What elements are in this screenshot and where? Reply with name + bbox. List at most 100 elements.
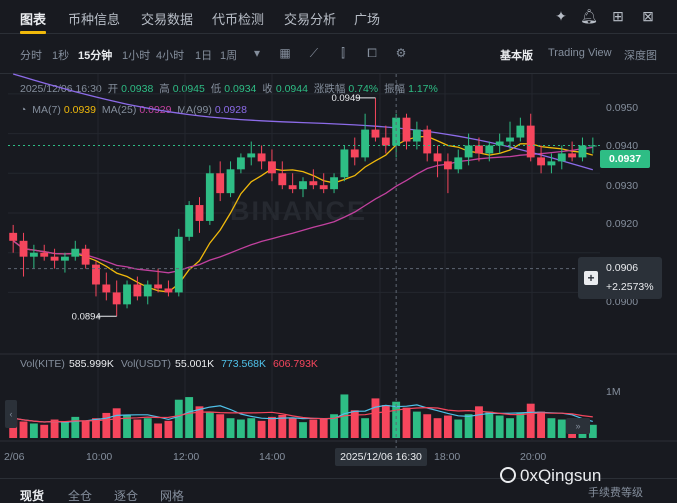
close-value: 0.0944 (275, 83, 308, 95)
tab-token-check[interactable]: 代币检测 (212, 9, 264, 28)
sparkle-icon[interactable]: ✦ (552, 7, 570, 25)
collapse-left-icon[interactable]: ‹ (5, 400, 17, 428)
ma25-value: 0.0929 (139, 104, 172, 116)
vol-ma2-value: 606.793K (272, 358, 318, 370)
candle-body (143, 284, 152, 297)
cursor-price: 0.0906 (606, 262, 639, 274)
interval-timeline[interactable]: 分时 (20, 47, 42, 63)
high-value: 0.0945 (172, 83, 205, 95)
candle-body (195, 205, 204, 221)
volume-bar (381, 405, 390, 438)
volume-bar (340, 394, 349, 438)
candle-body (236, 157, 245, 170)
tab-cross[interactable]: 全仓 (68, 487, 92, 503)
open-value: 0.0938 (121, 83, 154, 95)
tab-isolated[interactable]: 逐仓 (114, 487, 138, 503)
low-label: 低 (210, 83, 222, 95)
volume-bar (402, 407, 411, 438)
volume-bar (71, 416, 80, 438)
volume-bar (506, 418, 514, 438)
time-tick: 2/06 (4, 451, 25, 463)
ohlc-info: 2025/12/06 16:30 开 0.0938 高 0.0945 低 0.0934… (20, 81, 441, 96)
volume-bar (268, 416, 276, 438)
volume-bar (475, 406, 483, 438)
change-value: 0.74% (348, 83, 379, 95)
tab-chart[interactable]: 图表 (20, 9, 46, 28)
volume-bar (423, 414, 432, 438)
interval-1s[interactable]: 1秒 (52, 47, 69, 63)
candle-body (330, 177, 338, 190)
interval-1w[interactable]: 1周 (220, 47, 237, 63)
candle-body (9, 232, 18, 241)
tab-square[interactable]: 广场 (354, 9, 380, 28)
volume-bar (50, 419, 59, 438)
time-axis: 2/06 10:00 12:00 14:00 2025/12/06 16:30 … (0, 448, 677, 468)
indicator-icon[interactable]: ⟋ (306, 45, 322, 61)
chevron-down-icon[interactable]: ▾ (249, 45, 265, 61)
eye-icon[interactable]: ◔ (20, 104, 26, 116)
candle-body (433, 153, 442, 162)
volume-bar (557, 419, 566, 438)
candle-body (268, 161, 276, 174)
volume-bar (195, 406, 204, 438)
candle-body (412, 129, 421, 142)
volume-bar (60, 422, 69, 438)
vol-kite-label: Vol(KITE) (20, 358, 65, 370)
ma-legend: ◔ MA(7) 0.0939 MA(25) 0.0929 MA(99) 0.0928 (20, 104, 250, 116)
top-navigation: 图表 币种信息 交易数据 代币检测 交易分析 广场 ✦ 🔔︎ ⊞ ⊠ (0, 0, 677, 34)
view-basic[interactable]: 基本版 (500, 47, 533, 63)
bell-icon[interactable]: 🔔︎ (580, 7, 598, 25)
close-icon[interactable]: ⊠ (639, 7, 657, 25)
amplitude-label: 振幅 (384, 83, 406, 95)
settings-icon[interactable]: ⚙ (393, 45, 409, 61)
volume-bar (526, 403, 535, 438)
draw-tools-icon[interactable]: ⧠ (364, 45, 380, 61)
ma7-value: 0.0939 (63, 104, 96, 116)
calendar-icon[interactable]: ▦ (277, 45, 293, 61)
vol-ma1-value: 773.568K (221, 358, 267, 370)
time-crosshair-label: 2025/12/06 16:30 (335, 448, 427, 466)
candle-body (81, 248, 90, 265)
interval-1h[interactable]: 1小时 (122, 47, 150, 63)
candle-body (371, 129, 380, 138)
interval-1d[interactable]: 1日 (195, 47, 212, 63)
volume-bar (288, 418, 297, 438)
candle-body (164, 288, 173, 293)
volume-bar (19, 421, 28, 438)
candle-body (29, 252, 38, 257)
volume-bar (257, 420, 266, 438)
volume-bar (392, 401, 401, 438)
grid-icon[interactable]: ⊞ (609, 7, 627, 25)
high-label: 高 (159, 83, 170, 95)
volume-bar (350, 410, 359, 438)
candle-body (50, 256, 59, 261)
interval-4h[interactable]: 4小时 (156, 47, 184, 63)
candle-body (154, 284, 163, 289)
tab-trade-analysis[interactable]: 交易分析 (284, 9, 336, 28)
cursor-price-box: + 0.0906 +2.2573% (578, 257, 662, 299)
candle-body (309, 181, 318, 186)
chart-toolbar: 分时 1秒 15分钟 1小时 4小时 1日 1周 ▾ ▦ ⟋ ⫿ ⧠ ⚙ 基本版… (0, 34, 677, 74)
tab-coin-info[interactable]: 币种信息 (68, 9, 120, 28)
interval-15m[interactable]: 15分钟 (78, 47, 112, 63)
close-label: 收 (262, 83, 273, 95)
candle-body (319, 185, 328, 190)
scroll-right-icon[interactable]: » (566, 418, 590, 434)
add-order-icon[interactable]: + (584, 271, 598, 285)
tab-grid[interactable]: 网格 (160, 487, 184, 503)
low-annotation: 0.0894 (72, 311, 101, 322)
candle-body (557, 153, 566, 162)
volume-bar (164, 420, 173, 438)
candle-type-icon[interactable]: ⫿ (335, 45, 351, 61)
volume-legend: Vol(KITE) 585.999K Vol(USDT) 55.001K 773.5… (20, 358, 322, 370)
candle-body (288, 185, 297, 190)
volume-bar (133, 419, 142, 438)
volume-bar (216, 414, 225, 438)
candle-body (247, 153, 256, 158)
tab-trading-data[interactable]: 交易数据 (141, 9, 193, 28)
author-watermark: 0xQingsun (500, 466, 601, 486)
tab-spot[interactable]: 现货 (20, 487, 44, 503)
view-depth[interactable]: 深度图 (624, 47, 657, 63)
candle-body (423, 129, 432, 154)
view-tradingview[interactable]: Trading View (548, 47, 612, 59)
